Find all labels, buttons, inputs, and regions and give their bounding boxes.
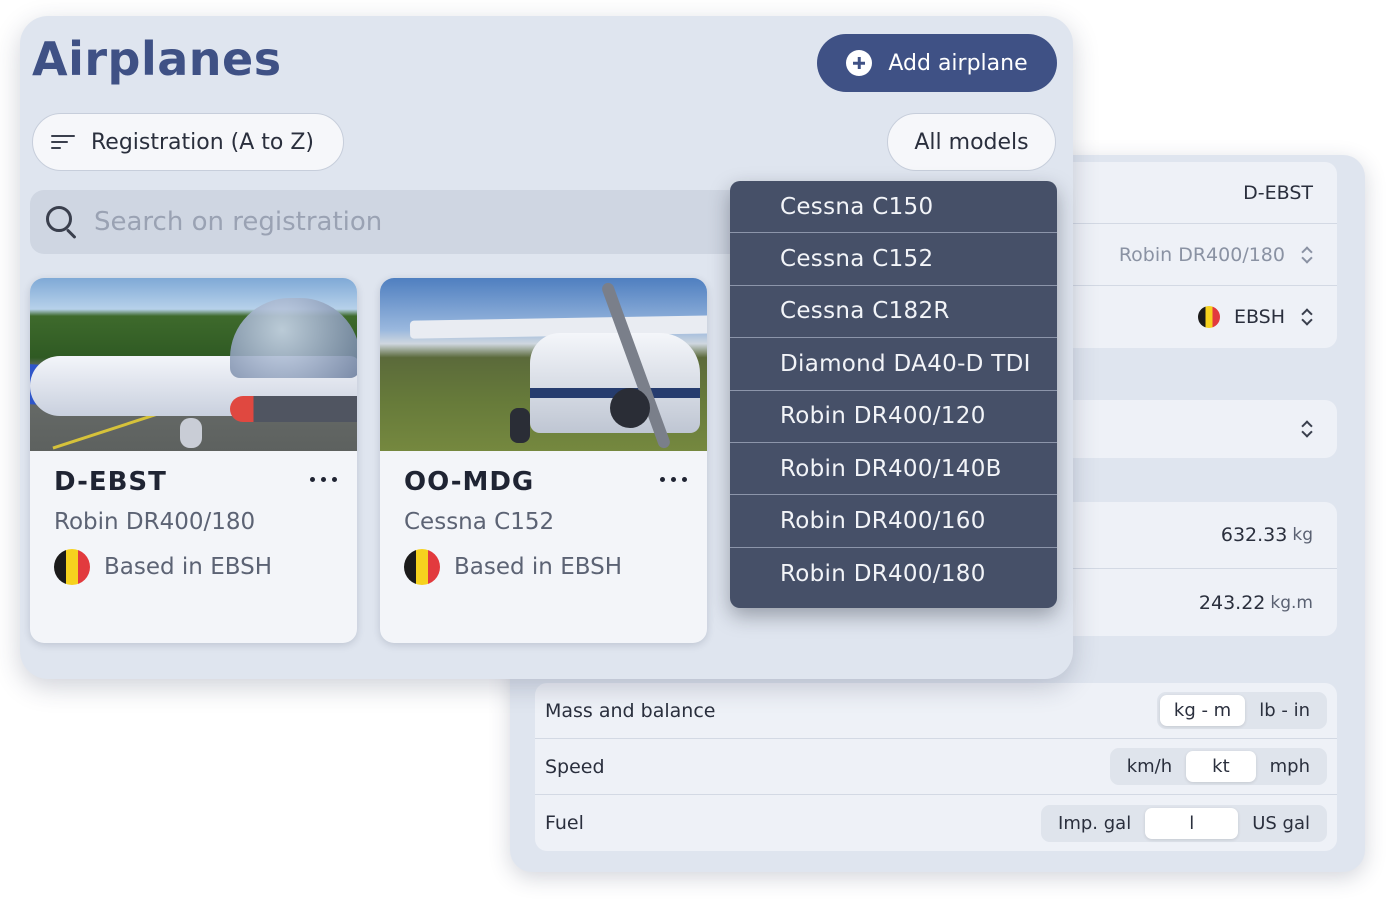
fuel-unit-liter[interactable]: l — [1145, 807, 1239, 839]
search-input[interactable] — [92, 206, 696, 238]
menu-item-model[interactable]: Diamond DA40-D TDI — [730, 338, 1057, 391]
plus-circle-icon — [846, 50, 873, 76]
card-base-label: Based in EBSH — [454, 554, 622, 580]
card-registration: D-EBST — [54, 467, 167, 497]
model-filter-label: All models — [914, 129, 1029, 155]
mass-balance-row: Mass and balance kg - m lb - in — [535, 683, 1337, 739]
menu-item-model[interactable]: Cessna C150 — [730, 181, 1057, 234]
mass-unit-segmented-control: kg - m lb - in — [1156, 692, 1327, 729]
empty-mass-unit: kg — [1292, 525, 1313, 545]
menu-item-model[interactable]: Robin DR400/140B — [730, 443, 1057, 496]
mass-unit-kg-m[interactable]: kg - m — [1159, 695, 1246, 726]
menu-item-model[interactable]: Cessna C182R — [730, 286, 1057, 339]
card-registration: OO-MDG — [404, 467, 535, 497]
speed-label: Speed — [545, 755, 605, 778]
registration-value: D-EBST — [1243, 181, 1313, 204]
chevron-updown-icon — [1301, 245, 1313, 265]
more-options-icon[interactable] — [660, 477, 687, 482]
empty-moment-unit: kg.m — [1270, 592, 1313, 613]
empty-moment-value: 243.22 — [1198, 591, 1266, 614]
belgium-flag-icon — [54, 549, 90, 585]
card-base: Based in EBSH — [54, 549, 333, 585]
empty-mass-value: 632.33 — [1220, 524, 1288, 546]
fuel-unit-segmented-control: Imp. gal l US gal — [1041, 804, 1327, 842]
fuel-row: Fuel Imp. gal l US gal — [535, 795, 1337, 851]
menu-item-model[interactable]: Robin DR400/160 — [730, 495, 1057, 548]
fuel-unit-imp-gal[interactable]: Imp. gal — [1044, 808, 1145, 839]
card-model: Cessna C152 — [404, 509, 555, 535]
belgium-flag-icon — [404, 549, 440, 585]
fuel-label: Fuel — [545, 812, 584, 834]
model-filter-button[interactable]: All models — [887, 113, 1056, 171]
card-model: Robin DR400/180 — [54, 509, 256, 535]
sort-label: Registration (A to Z) — [91, 129, 315, 155]
sort-icon — [51, 133, 75, 151]
mass-unit-lb-in[interactable]: lb - in — [1245, 695, 1324, 726]
airplane-photo — [30, 278, 357, 451]
units-group: Mass and balance kg - m lb - in Speed km… — [535, 683, 1337, 851]
speed-unit-segmented-control: km/h kt mph — [1109, 748, 1327, 785]
add-airplane-button[interactable]: Add airplane — [817, 34, 1057, 92]
card-base: Based in EBSH — [404, 549, 683, 585]
menu-item-model[interactable]: Cessna C152 — [730, 233, 1057, 286]
speed-row: Speed km/h kt mph — [535, 739, 1337, 795]
menu-item-model[interactable]: Robin DR400/120 — [730, 391, 1057, 443]
airplane-card[interactable]: D-EBST Robin DR400/180 Based in EBSH — [30, 278, 357, 643]
card-base-label: Based in EBSH — [104, 554, 272, 580]
chevron-updown-icon — [1301, 419, 1313, 439]
mass-balance-label: Mass and balance — [545, 699, 716, 722]
base-value: EBSH — [1233, 306, 1285, 328]
menu-item-model[interactable]: Robin DR400/180 — [730, 548, 1057, 600]
speed-unit-kmh[interactable]: km/h — [1113, 751, 1186, 782]
model-filter-menu: Cessna C150 Cessna C152 Cessna C182R Dia… — [730, 181, 1057, 608]
fuel-unit-us-gal[interactable]: US gal — [1238, 808, 1324, 839]
chevron-updown-icon — [1301, 307, 1313, 327]
sort-button[interactable]: Registration (A to Z) — [32, 113, 344, 171]
add-airplane-label: Add airplane — [888, 50, 1028, 76]
search-icon — [42, 202, 82, 242]
belgium-flag-icon — [1197, 306, 1220, 328]
more-options-icon[interactable] — [310, 477, 337, 482]
airplane-card[interactable]: OO-MDG Cessna C152 Based in EBSH — [380, 278, 707, 643]
speed-unit-mph[interactable]: mph — [1256, 751, 1324, 782]
airplane-photo — [380, 278, 707, 451]
model-value: Robin DR400/180 — [1118, 243, 1285, 266]
speed-unit-kt[interactable]: kt — [1186, 751, 1256, 782]
page-title: Airplanes — [32, 32, 282, 86]
